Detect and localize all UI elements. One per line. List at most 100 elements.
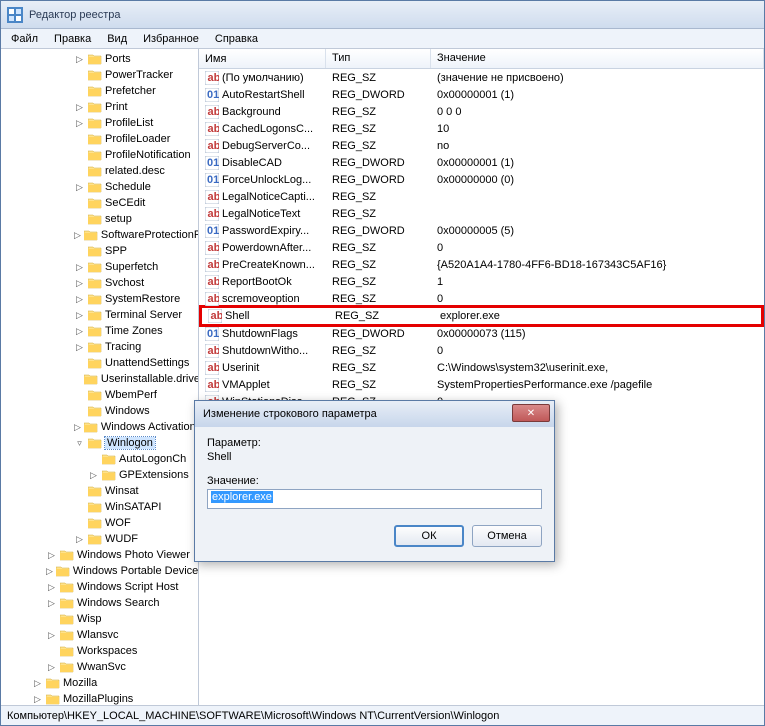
tree-label[interactable]: SystemRestore	[105, 293, 180, 305]
tree-item[interactable]: ▷AutoLogonCh	[1, 451, 198, 467]
tree-item[interactable]: ▷related.desc	[1, 163, 198, 179]
tree-label[interactable]: Windows Photo Viewer	[77, 549, 190, 561]
tree-item[interactable]: ▷WOF	[1, 515, 198, 531]
list-row[interactable]: LegalNoticeCapti...REG_SZ	[199, 188, 764, 205]
tree-label[interactable]: Svchost	[105, 277, 144, 289]
tree-toggle-icon[interactable]: ▷	[46, 566, 53, 577]
tree-item[interactable]: ▷Time Zones	[1, 323, 198, 339]
menu-edit[interactable]: Правка	[46, 31, 99, 47]
tree-label[interactable]: Mozilla	[63, 677, 97, 689]
tree-item[interactable]: ▷ GPExtensions	[1, 467, 198, 483]
tree-label[interactable]: Winsat	[105, 485, 139, 497]
tree-label[interactable]: Prefetcher	[105, 85, 156, 97]
tree-item[interactable]: ▷ WUDF	[1, 531, 198, 547]
tree-label[interactable]: Windows	[105, 405, 150, 417]
tree-toggle-icon[interactable]: ▷	[46, 550, 57, 561]
tree-label[interactable]: ProfileLoader	[105, 133, 170, 145]
tree-item[interactable]: ▷Mozilla	[1, 675, 198, 691]
tree-label[interactable]: Print	[105, 101, 128, 113]
tree-item[interactable]: ▷ Windows Activation	[1, 419, 198, 435]
tree-label[interactable]: ProfileList	[105, 117, 153, 129]
list-row[interactable]: VMAppletREG_SZSystemPropertiesPerformanc…	[199, 376, 764, 393]
tree-item[interactable]: ▷WinSATAPI	[1, 499, 198, 515]
list-row[interactable]: UserinitREG_SZC:\Windows\system32\userin…	[199, 359, 764, 376]
list-row[interactable]: PowerdownAfter...REG_SZ0	[199, 239, 764, 256]
tree-label[interactable]: GPExtensions	[119, 469, 189, 481]
tree-label[interactable]: Ports	[105, 53, 131, 65]
tree-item[interactable]: ▷Prefetcher	[1, 83, 198, 99]
list-row[interactable]: BackgroundREG_SZ0 0 0	[199, 103, 764, 120]
tree-toggle-icon[interactable]: ▷	[74, 326, 85, 337]
tree-label[interactable]: WwanSvc	[77, 661, 126, 673]
tree-toggle-icon[interactable]: ▷	[74, 310, 85, 321]
col-name[interactable]: Имя	[199, 49, 326, 68]
tree-item[interactable]: ▷ SystemRestore	[1, 291, 198, 307]
list-row[interactable]: DebugServerCo...REG_SZno	[199, 137, 764, 154]
tree-item[interactable]: ▷ Windows Photo Viewer	[1, 547, 198, 563]
tree-label[interactable]: MozillaPlugins	[63, 693, 133, 705]
tree-item[interactable]: ▷MozillaPlugins	[1, 691, 198, 705]
tree-toggle-icon[interactable]: ▿	[74, 438, 85, 449]
tree-label[interactable]: Windows Activation	[101, 421, 196, 433]
list-row[interactable]: (По умолчанию)REG_SZ(значение не присвое…	[199, 69, 764, 86]
tree-label[interactable]: WOF	[105, 517, 131, 529]
tree-item[interactable]: ▿ Winlogon	[1, 435, 198, 451]
menu-file[interactable]: Файл	[3, 31, 46, 47]
tree-item[interactable]: ▷ Windows Search	[1, 595, 198, 611]
tree-toggle-icon[interactable]: ▷	[74, 54, 85, 65]
tree-pane[interactable]: ▷Ports▷PowerTracker▷Prefetcher▷Print▷Pro…	[1, 49, 199, 705]
tree-item[interactable]: ▷ProfileList	[1, 115, 198, 131]
close-icon[interactable]: ✕	[512, 404, 550, 422]
list-row[interactable]: ShellREG_SZexplorer.exe	[199, 305, 764, 327]
tree-label[interactable]: WbemPerf	[105, 389, 157, 401]
tree-item[interactable]: ▷Windows	[1, 403, 198, 419]
tree-label[interactable]: Userinstallable.drivers	[101, 373, 199, 385]
tree-item[interactable]: ▷Wisp	[1, 611, 198, 627]
tree-toggle-icon[interactable]: ▷	[74, 182, 85, 193]
dialog-titlebar[interactable]: Изменение строкового параметра ✕	[195, 401, 554, 427]
tree-item[interactable]: ▷ProfileNotification	[1, 147, 198, 163]
menu-view[interactable]: Вид	[99, 31, 135, 47]
tree-toggle-icon[interactable]: ▷	[46, 630, 57, 641]
list-row[interactable]: ShutdownWitho...REG_SZ0	[199, 342, 764, 359]
tree-toggle-icon[interactable]: ▷	[46, 598, 57, 609]
tree-toggle-icon[interactable]: ▷	[74, 294, 85, 305]
tree-toggle-icon[interactable]: ▷	[74, 278, 85, 289]
tree-item[interactable]: ▷ Print	[1, 99, 198, 115]
tree-label[interactable]: Wlansvc	[77, 629, 119, 641]
list-row[interactable]: LegalNoticeTextREG_SZ	[199, 205, 764, 222]
cancel-button[interactable]: Отмена	[472, 525, 542, 547]
tree-label[interactable]: Windows Script Host	[77, 581, 178, 593]
tree-label[interactable]: WUDF	[105, 533, 138, 545]
tree-label[interactable]: Tracing	[105, 341, 141, 353]
tree-item[interactable]: ▷setup	[1, 211, 198, 227]
tree-toggle-icon[interactable]: ▷	[74, 102, 85, 113]
tree-item[interactable]: ▷ProfileLoader	[1, 131, 198, 147]
tree-item[interactable]: ▷WwanSvc	[1, 659, 198, 675]
tree-toggle-icon[interactable]: ▷	[46, 582, 57, 593]
list-row[interactable]: AutoRestartShellREG_DWORD0x00000001 (1)	[199, 86, 764, 103]
tree-item[interactable]: ▷Winsat	[1, 483, 198, 499]
tree-toggle-icon[interactable]: ▷	[88, 470, 99, 481]
tree-toggle-icon[interactable]: ▷	[74, 534, 85, 545]
tree-label[interactable]: AutoLogonCh	[119, 453, 186, 465]
tree-item[interactable]: ▷ Svchost	[1, 275, 198, 291]
tree-item[interactable]: ▷Userinstallable.drivers	[1, 371, 198, 387]
tree-toggle-icon[interactable]: ▷	[74, 342, 85, 353]
list-row[interactable]: DisableCADREG_DWORD0x00000001 (1)	[199, 154, 764, 171]
col-type[interactable]: Тип	[326, 49, 431, 68]
tree-label[interactable]: Windows Portable Devices	[73, 565, 199, 577]
titlebar[interactable]: Редактор реестра	[1, 1, 764, 29]
tree-item[interactable]: ▷ Windows Portable Devices	[1, 563, 198, 579]
tree-item[interactable]: ▷PowerTracker	[1, 67, 198, 83]
tree-toggle-icon[interactable]: ▷	[74, 422, 81, 433]
tree-item[interactable]: ▷SPP	[1, 243, 198, 259]
tree-label[interactable]: Wisp	[77, 613, 101, 625]
tree-label[interactable]: Workspaces	[77, 645, 137, 657]
tree-label[interactable]: Winlogon	[105, 437, 155, 449]
tree-item[interactable]: ▷Schedule	[1, 179, 198, 195]
tree-label[interactable]: WinSATAPI	[105, 501, 161, 513]
tree-item[interactable]: ▷SeCEdit	[1, 195, 198, 211]
tree-label[interactable]: Windows Search	[77, 597, 160, 609]
tree-label[interactable]: SoftwareProtectionPlatform	[101, 229, 199, 241]
